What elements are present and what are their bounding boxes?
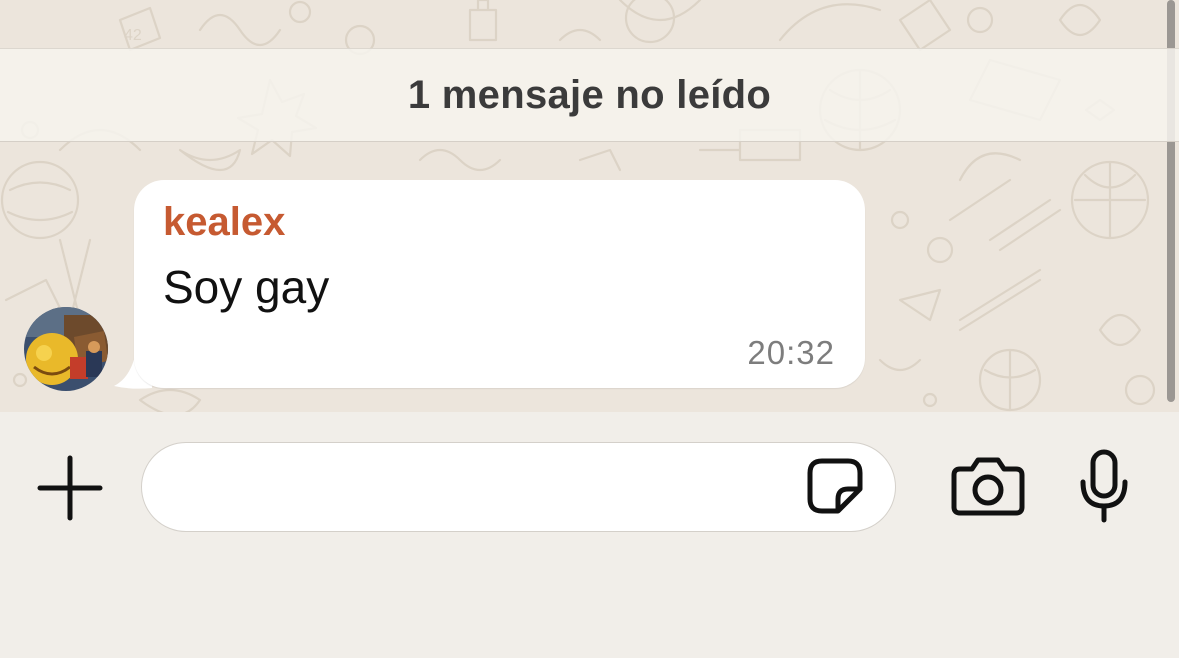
incoming-message-bubble[interactable]: kealex Soy gay 20:32 — [134, 180, 865, 388]
camera-button[interactable] — [950, 455, 1026, 517]
camera-icon — [951, 457, 1025, 516]
chat-area[interactable]: 42 1 mensaje no leído kealex Soy gay 20:… — [0, 0, 1179, 412]
microphone-icon — [1080, 449, 1128, 523]
sender-avatar[interactable] — [24, 307, 108, 391]
message-timestamp: 20:32 — [747, 334, 835, 371]
message-composer-bar — [0, 412, 1179, 658]
message-input[interactable] — [172, 463, 796, 513]
svg-text:42: 42 — [124, 27, 142, 44]
unread-banner-text: 1 mensaje no leído — [407, 72, 772, 117]
plus-icon — [37, 455, 103, 521]
message-sender-name[interactable]: kealex — [163, 200, 285, 245]
sticker-icon — [807, 458, 863, 514]
microphone-button[interactable] — [1078, 448, 1130, 524]
attach-plus-button[interactable] — [36, 454, 104, 522]
avatar-image — [24, 307, 108, 391]
message-text: Soy gay — [163, 261, 330, 313]
sticker-button[interactable] — [804, 455, 866, 517]
message-input-field[interactable] — [141, 442, 896, 532]
unread-messages-banner: 1 mensaje no leído — [0, 48, 1179, 142]
